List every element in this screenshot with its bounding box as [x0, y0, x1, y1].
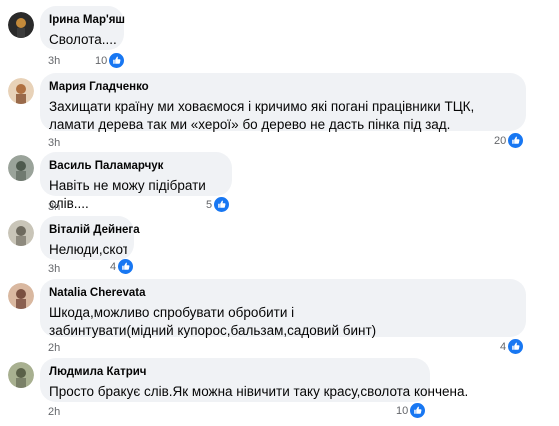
avatar[interactable] — [8, 283, 34, 309]
comment-text: Захищати країну ми ховаємося і кричимо я… — [49, 99, 475, 132]
avatar[interactable] — [8, 220, 34, 246]
comment-time[interactable]: 2h — [48, 341, 60, 355]
reaction-count[interactable]: 4 — [500, 339, 524, 354]
reaction-count[interactable]: 10 — [95, 53, 125, 68]
like-icon — [508, 133, 524, 148]
like-count: 10 — [396, 404, 409, 417]
comment-time[interactable]: 2h — [48, 405, 60, 419]
comment-author[interactable]: Людмила Катрич — [49, 365, 421, 379]
comment-author[interactable]: Мария Гладченко — [49, 80, 517, 94]
comment-bubble: Віталій Дейнега Нелюди,скоти — [40, 216, 140, 260]
comment-time[interactable]: 3h — [48, 262, 60, 276]
comment-text: Сволота.... — [49, 32, 117, 47]
comment-author[interactable]: Віталій Дейнега — [49, 223, 140, 237]
comment-bubble: Василь Паламарчук Навіть не можу підібра… — [40, 152, 232, 211]
like-icon — [508, 339, 524, 354]
like-icon — [214, 197, 230, 212]
comment-author[interactable]: Ірина Мар'яш — [49, 13, 125, 27]
comment-text: Навіть не можу підібрати слів.... — [49, 178, 206, 211]
like-count: 4 — [110, 260, 117, 273]
reaction-count[interactable]: 5 — [206, 197, 230, 212]
comment-author[interactable]: Natalia Cherevata — [49, 286, 517, 300]
reaction-count[interactable]: 10 — [396, 403, 426, 418]
avatar[interactable] — [8, 78, 34, 104]
like-icon — [410, 403, 426, 418]
like-count: 4 — [500, 340, 507, 353]
like-icon — [109, 53, 125, 68]
like-count: 10 — [95, 54, 108, 67]
comment-time[interactable]: 3h — [48, 200, 60, 214]
comment-time[interactable]: 3h — [48, 136, 60, 150]
reaction-count[interactable]: 20 — [494, 133, 524, 148]
like-count: 5 — [206, 198, 213, 211]
avatar[interactable] — [8, 362, 34, 388]
comment-bubble: Мария Гладченко Захищати країну ми ховає… — [40, 73, 526, 132]
comment-text: Нелюди,скоти — [49, 242, 127, 257]
comment-author[interactable]: Василь Паламарчук — [49, 159, 223, 173]
comment-text: Шкода,можливо спробувати обробити і заби… — [49, 305, 377, 338]
comment-text: Просто бракує слів.Як можна нівичити так… — [49, 384, 469, 399]
comment-bubble: Людмила Катрич Просто бракує слів.Як мож… — [40, 358, 469, 402]
comment-bubble: Ірина Мар'яш Сволота.... — [40, 6, 125, 50]
avatar[interactable] — [8, 12, 34, 38]
like-count: 20 — [494, 134, 507, 147]
avatar[interactable] — [8, 155, 34, 181]
comment-bubble: Natalia Cherevata Шкода,можливо спробува… — [40, 279, 526, 338]
reaction-count[interactable]: 4 — [110, 259, 134, 274]
comment-time[interactable]: 3h — [48, 54, 60, 68]
like-icon — [118, 259, 134, 274]
